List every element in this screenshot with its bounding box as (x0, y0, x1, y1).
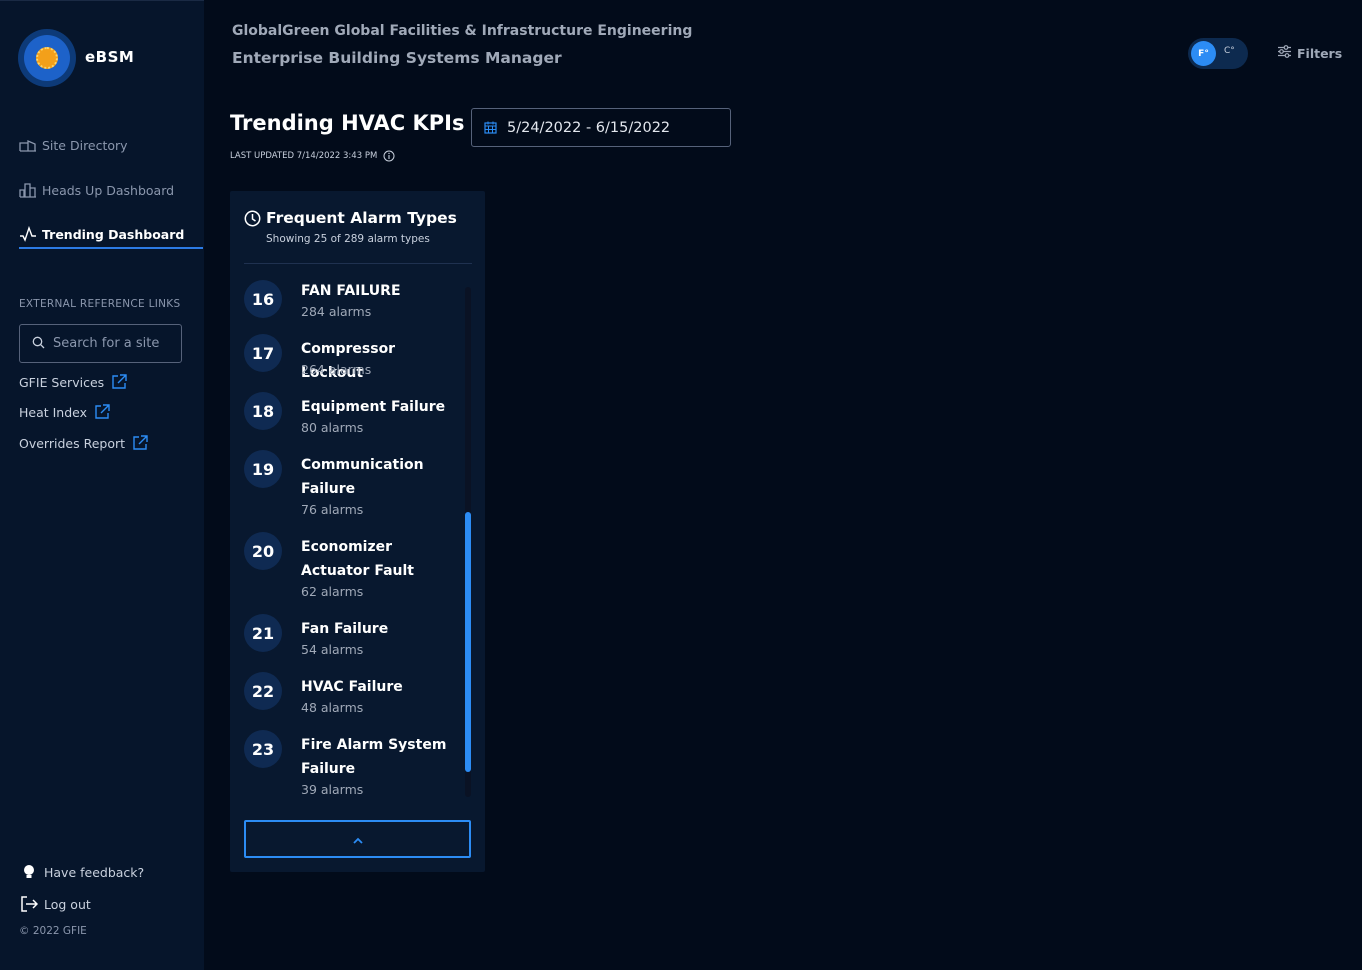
sidebar-item-heads-up-dashboard[interactable]: Heads Up Dashboard (19, 179, 174, 201)
sidebar-item-trending-dashboard[interactable]: Trending Dashboard (19, 223, 184, 245)
active-nav-indicator (19, 247, 203, 249)
external-link-icon (111, 374, 127, 390)
alarm-name: Fan Failure (301, 621, 389, 637)
alarm-count: 264 alarms (301, 362, 372, 377)
alarm-name: Communication Failure (301, 457, 424, 497)
link-overrides-report[interactable]: Overrides Report (19, 435, 148, 451)
external-link-icon (94, 404, 110, 420)
alarm-count: 48 alarms (301, 700, 364, 715)
divider (244, 263, 472, 264)
rank-badge: 23 (244, 730, 282, 768)
app-title: Enterprise Building Systems Manager (232, 49, 562, 67)
alarm-list[interactable]: 16 FAN FAILURE 284 alarms 17 Compressor … (244, 269, 462, 799)
chevron-up-icon (352, 830, 364, 849)
building-icon (19, 137, 37, 153)
rank-badge: 20 (244, 532, 282, 570)
alarm-count: 54 alarms (301, 642, 364, 657)
link-label: GFIE Services (19, 374, 105, 390)
card-title-text: Frequent Alarm Types (266, 209, 457, 227)
alarm-count: 39 alarms (301, 782, 364, 797)
filters-label: Filters (1297, 45, 1343, 61)
unit-celsius[interactable]: C° (1224, 46, 1235, 56)
link-heat-index[interactable]: Heat Index (19, 404, 110, 420)
link-label: Heat Index (19, 404, 88, 420)
logout-label: Log out (44, 896, 91, 912)
rank-badge: 18 (244, 392, 282, 430)
alarm-count: 62 alarms (301, 584, 364, 599)
date-range-value: 5/24/2022 - 6/15/2022 (507, 119, 671, 136)
rank-badge: 19 (244, 450, 282, 488)
clock-icon (244, 210, 261, 227)
alarm-count: 76 alarms (301, 502, 364, 517)
scroll-up-button[interactable] (244, 820, 471, 858)
sliders-icon (1277, 45, 1297, 61)
alarm-name: Equipment Failure (301, 399, 446, 415)
alarm-count: 80 alarms (301, 420, 364, 435)
page-title: Trending HVAC KPIs (230, 111, 465, 135)
pulse-icon (19, 226, 37, 242)
last-updated: LAST UPDATED 7/14/2022 3:43 PM (230, 150, 395, 162)
last-updated-text: LAST UPDATED 7/14/2022 3:43 PM (230, 151, 378, 161)
rank-badge: 17 (244, 334, 282, 372)
alarm-name: HVAC Failure (301, 679, 403, 695)
site-search-input[interactable]: Search for a site (19, 324, 182, 363)
rank-badge: 21 (244, 614, 282, 652)
scrollbar[interactable] (465, 287, 471, 797)
brand-name: eBSM (85, 48, 135, 66)
card-subtitle: Showing 25 of 289 alarm types (266, 233, 430, 245)
logout-button[interactable]: Log out (19, 895, 91, 913)
lightbulb-icon (19, 864, 39, 880)
temperature-unit-toggle[interactable]: F° C° (1188, 38, 1248, 69)
rank-badge: 22 (244, 672, 282, 710)
link-label: Overrides Report (19, 435, 126, 451)
card-title: Frequent Alarm Types (244, 209, 457, 227)
alarm-name: Compressor Lockout (301, 341, 396, 381)
filters-button[interactable]: Filters (1277, 45, 1342, 61)
scrollbar-thumb[interactable] (465, 512, 471, 772)
link-gfie-services[interactable]: GFIE Services (19, 374, 127, 390)
org-title: GlobalGreen Global Facilities & Infrastr… (232, 23, 693, 39)
frequent-alarm-types-card: Frequent Alarm Types Showing 25 of 289 a… (230, 191, 485, 872)
search-icon (32, 334, 45, 353)
search-placeholder: Search for a site (53, 336, 160, 351)
alarm-name: FAN FAILURE (301, 283, 401, 299)
calendar-icon (484, 121, 497, 134)
sidebar-item-label: Site Directory (42, 137, 128, 153)
unit-fahrenheit[interactable]: F° (1191, 41, 1216, 66)
logout-icon (19, 895, 39, 913)
ebsm-logo-icon[interactable] (18, 29, 76, 87)
bar-chart-icon (19, 182, 37, 198)
info-icon[interactable] (383, 150, 395, 162)
logo-ring (24, 35, 70, 81)
alarm-name: Economizer Actuator Fault (301, 539, 414, 579)
alarm-name: Fire Alarm System Failure (301, 737, 447, 777)
external-links-heading: EXTERNAL REFERENCE LINKS (19, 298, 181, 310)
sidebar-item-label: Heads Up Dashboard (42, 182, 175, 198)
date-range-picker[interactable]: 5/24/2022 - 6/15/2022 (471, 108, 731, 147)
alarm-count: 284 alarms (301, 304, 372, 319)
copyright: © 2022 GFIE (19, 925, 87, 937)
rank-badge: 16 (244, 280, 282, 318)
sun-icon (36, 47, 58, 69)
feedback-link[interactable]: Have feedback? (19, 864, 144, 880)
external-link-icon (132, 435, 148, 451)
sidebar-item-site-directory[interactable]: Site Directory (19, 134, 128, 156)
sidebar: eBSM Site Directory Heads Up Dashboard T… (0, 0, 204, 970)
sidebar-item-label: Trending Dashboard (42, 226, 185, 242)
feedback-label: Have feedback? (44, 864, 145, 880)
